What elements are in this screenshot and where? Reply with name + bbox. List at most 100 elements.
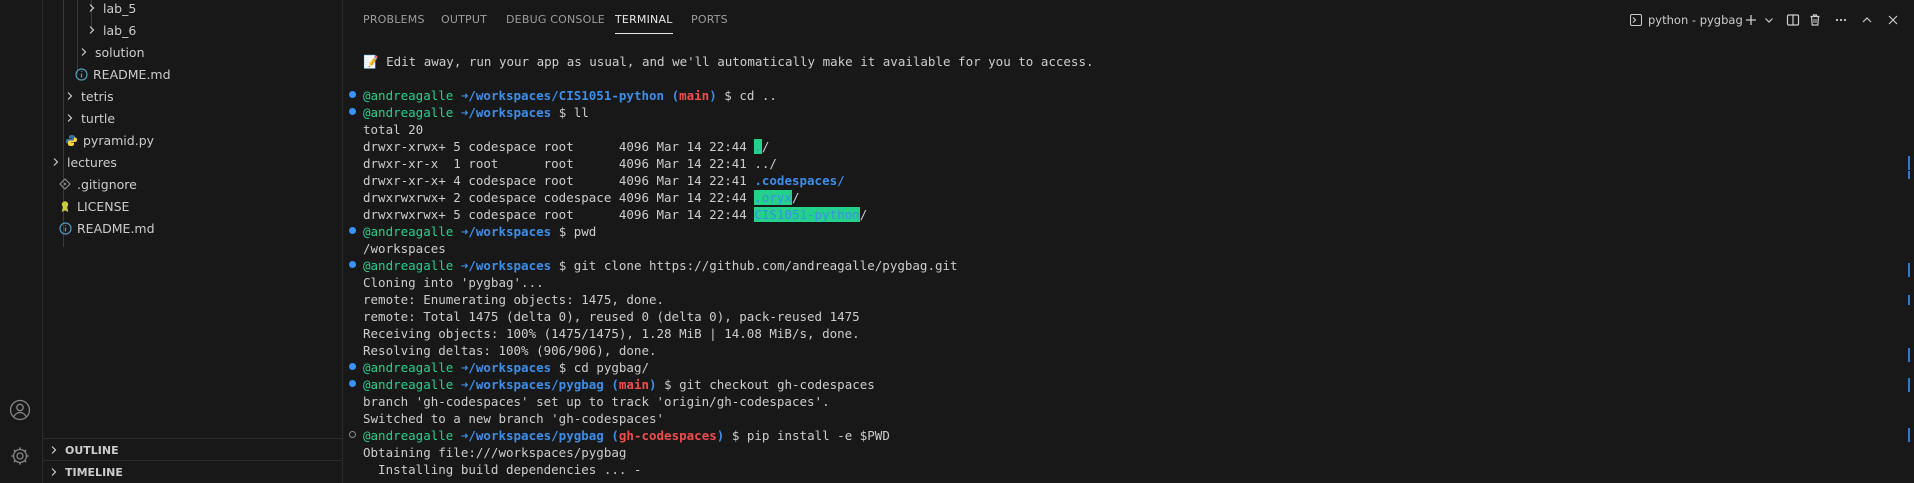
tree-item-license[interactable]: LICENSE	[43, 195, 342, 217]
python-file-icon	[63, 132, 79, 148]
tab-terminal[interactable]: TERMINAL	[615, 13, 673, 34]
tab-output[interactable]: OUTPUT	[441, 13, 487, 26]
terminal-icon	[1630, 14, 1642, 26]
tree-item-lectures[interactable]: lectures	[43, 151, 342, 173]
tree-item-turtle[interactable]: turtle	[43, 107, 342, 129]
tree-item-label: tetris	[81, 88, 114, 104]
output-line: Receiving objects: 100% (1475/1475), 1.2…	[363, 326, 860, 341]
terminal-banner: 📝 Edit away, run your app as usual, and …	[363, 54, 1094, 69]
tree-item-lab-5[interactable]: lab_5	[43, 0, 342, 19]
tab-problems[interactable]: PROBLEMS	[363, 13, 425, 26]
tree-item-label: lectures	[67, 154, 117, 170]
outline-section-header[interactable]: OUTLINE	[43, 438, 342, 461]
tree-item-solution[interactable]: solution	[43, 41, 342, 63]
command-success-dot[interactable]	[349, 108, 356, 115]
git-diamond-icon	[57, 176, 73, 192]
output-line: Installing build dependencies ... -	[363, 462, 642, 477]
bottom-panel: PROBLEMS OUTPUT DEBUG CONSOLE TERMINAL P…	[343, 0, 1914, 483]
command-success-dot[interactable]	[349, 380, 356, 387]
outline-label: OUTLINE	[65, 443, 119, 457]
tree-item-label: pyramid.py	[83, 132, 155, 148]
timeline-section-header[interactable]: TIMELINE	[43, 460, 342, 483]
tree-item-label: lab_5	[103, 0, 137, 16]
info-icon	[73, 66, 89, 82]
chevron-down-icon[interactable]	[1762, 9, 1776, 31]
more-actions-icon[interactable]	[1830, 9, 1852, 31]
tab-debug-console[interactable]: DEBUG CONSOLE	[506, 13, 605, 26]
output-line: branch 'gh-codespaces' set up to track '…	[363, 394, 830, 409]
terminal-name: python - pygbag	[1648, 13, 1743, 27]
trash-icon[interactable]	[1804, 9, 1826, 31]
output-line: drwxr-xr-x+ 4 codespace root 4096 Mar 14…	[363, 173, 845, 188]
tree-item-label: lab_6	[103, 22, 137, 38]
tree-item-label: LICENSE	[77, 198, 130, 214]
add-terminal-icon[interactable]	[1740, 9, 1762, 31]
close-icon[interactable]	[1882, 9, 1904, 31]
tree-item-pyramid-py[interactable]: pyramid.py	[43, 129, 342, 151]
command-running-dot[interactable]	[349, 431, 356, 438]
tree-item-readme-nested[interactable]: README.md	[43, 63, 342, 85]
output-line: /workspaces	[363, 241, 446, 256]
explorer-sidebar: lab_5 lab_6 solution README.md tetris tu…	[43, 0, 343, 483]
output-line: drwxrwxrwx+ 5 codespace root 4096 Mar 14…	[363, 207, 868, 222]
output-line: drwxr-xr-x 1 root root 4096 Mar 14 22:41…	[363, 156, 777, 171]
command-success-dot[interactable]	[349, 363, 356, 370]
tab-ports[interactable]: PORTS	[691, 13, 728, 26]
tree-item-lab-6[interactable]: lab_6	[43, 19, 342, 41]
scroll-marker	[1908, 171, 1910, 179]
prompt-line: @andreagalle ➜/workspaces/pygbag (gh-cod…	[363, 428, 890, 443]
prompt-line: @andreagalle ➜/workspaces $ ll	[363, 105, 589, 120]
terminal-output[interactable]: 📝 Edit away, run your app as usual, and …	[343, 48, 1914, 483]
chevron-right-icon	[63, 111, 77, 125]
prompt-line: @andreagalle ➜/workspaces/pygbag (main) …	[363, 377, 875, 392]
output-line: Obtaining file:///workspaces/pygbag	[363, 445, 627, 460]
scroll-marker	[1908, 428, 1910, 442]
scroll-marker	[1908, 378, 1910, 392]
tree-item-label: .gitignore	[77, 176, 137, 192]
prompt-line: @andreagalle ➜/workspaces $ cd pygbag/	[363, 360, 650, 375]
output-line: Cloning into 'pygbag'...	[363, 275, 544, 290]
chevron-right-icon	[85, 1, 99, 15]
output-line: Resolving deltas: 100% (906/906), done.	[363, 343, 657, 358]
tree-item-label: solution	[95, 44, 145, 60]
tree-item-readme-root[interactable]: README.md	[43, 217, 342, 239]
tree-item-label: turtle	[81, 110, 116, 126]
output-line: remote: Enumerating objects: 1475, done.	[363, 292, 665, 307]
terminal-actions	[1740, 9, 1904, 31]
scroll-marker	[1908, 348, 1910, 362]
gear-icon[interactable]	[7, 443, 33, 469]
output-line: remote: Total 1475 (delta 0), reused 0 (…	[363, 309, 860, 324]
command-success-dot[interactable]	[349, 91, 356, 98]
chevron-right-icon	[77, 45, 91, 59]
output-line: Switched to a new branch 'gh-codespaces'	[363, 411, 665, 426]
activity-bar	[0, 0, 43, 483]
tree-item-label: README.md	[93, 66, 171, 82]
chevron-up-icon[interactable]	[1856, 9, 1878, 31]
info-icon	[57, 220, 73, 236]
license-icon	[57, 198, 73, 214]
command-success-dot[interactable]	[349, 261, 356, 268]
scroll-marker	[1908, 263, 1910, 277]
output-line: drwxrwxrwx+ 2 codespace codespace 4096 M…	[363, 190, 800, 205]
panel-tab-bar: PROBLEMS OUTPUT DEBUG CONSOLE TERMINAL P…	[343, 0, 1914, 40]
timeline-label: TIMELINE	[65, 465, 123, 479]
account-icon[interactable]	[7, 397, 33, 423]
output-line: drwxr-xrwx+ 5 codespace root 4096 Mar 14…	[363, 139, 770, 154]
prompt-line: @andreagalle ➜/workspaces/CIS1051-python…	[363, 88, 777, 103]
tree-item-label: README.md	[77, 220, 155, 236]
prompt-line: @andreagalle ➜/workspaces $ git clone ht…	[363, 258, 958, 273]
output-line: total 20	[363, 122, 424, 137]
terminal-selector[interactable]: python - pygbag	[1630, 9, 1743, 31]
scroll-marker	[1908, 156, 1910, 170]
chevron-right-icon	[63, 89, 77, 103]
chevron-right-icon	[85, 23, 99, 37]
command-success-dot[interactable]	[349, 227, 356, 234]
chevron-right-icon	[47, 443, 61, 457]
tree-item-tetris[interactable]: tetris	[43, 85, 342, 107]
prompt-line: @andreagalle ➜/workspaces $ pwd	[363, 224, 597, 239]
split-terminal-icon[interactable]	[1782, 9, 1804, 31]
tree-item-gitignore[interactable]: .gitignore	[43, 173, 342, 195]
chevron-right-icon	[47, 465, 61, 479]
chevron-right-icon	[49, 155, 63, 169]
scroll-marker	[1908, 295, 1910, 305]
